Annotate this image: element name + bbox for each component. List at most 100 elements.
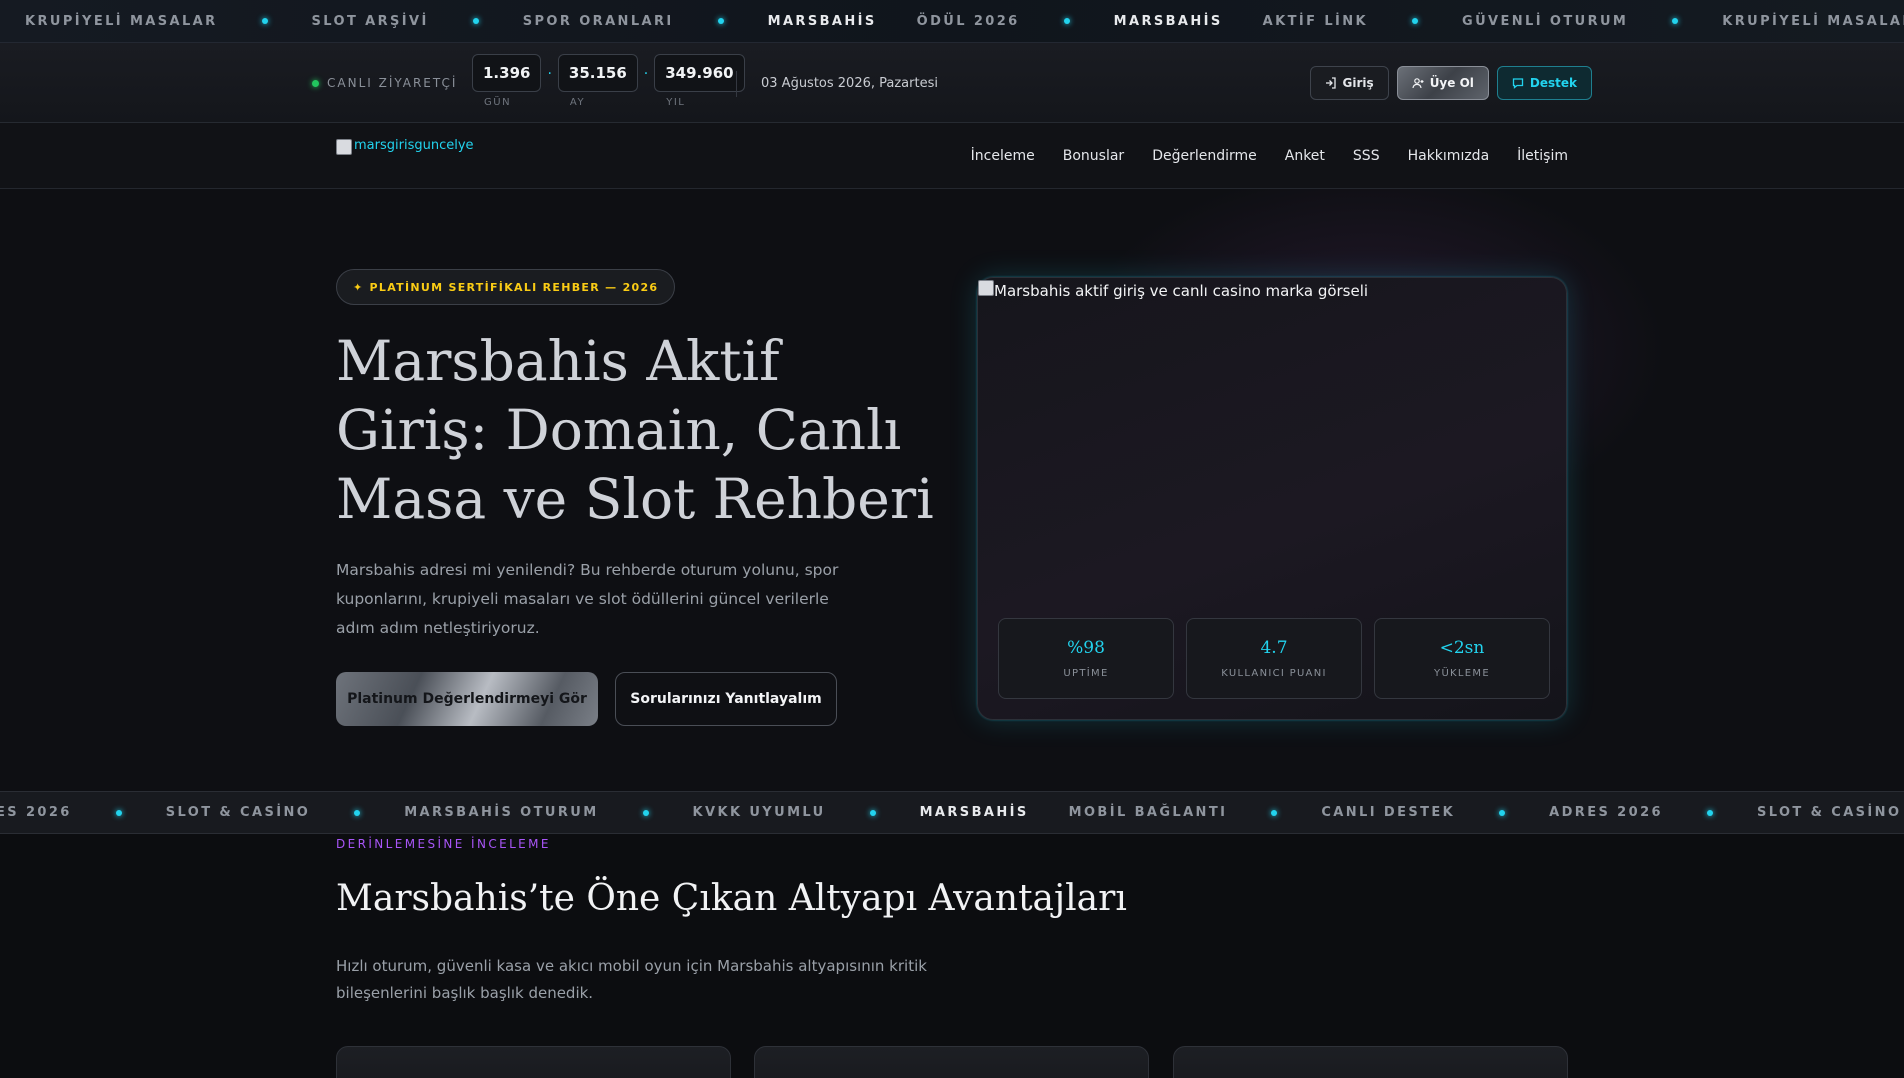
ticker-item: SPOR ORANLARI (522, 13, 674, 29)
nav-link-hakkimizda[interactable]: Hakkımızda (1408, 148, 1490, 164)
main-navbar: marsgirisguncelye İnceleme Bonuslar Değe… (0, 123, 1904, 189)
hero-image-card: Marsbahis aktif giriş ve canlı casino ma… (977, 277, 1567, 720)
counter-day: 1.396 GÜN (472, 54, 542, 108)
current-date: 03 Ağustos 2026, Pazartesi (761, 75, 938, 91)
ticker-item: KRUPİYELİ MASALAR (1722, 13, 1904, 29)
counter-separator: · (547, 66, 552, 82)
status-bar: CANLI ZİYARETÇİ 1.396 GÜN · 35.156 AY · … (0, 43, 1904, 123)
ticker-item: MOBİL BAĞLANTI (1068, 805, 1228, 820)
nav-links: İnceleme Bonuslar Değerlendirme Anket SS… (971, 123, 1568, 189)
bottom-ticker-track: ES 2026 SLOT & CASİNO MARSBAHİS OTURUM KVKK… (0, 792, 1904, 833)
counter-year: 349.960 YIL (654, 54, 745, 108)
stat-load-time-label: YÜKLEME (1434, 668, 1490, 679)
hero-stats: %98 UPTİME 4.7 KULLANICI PUANI <2sn YÜKL… (998, 618, 1550, 699)
counter-separator: · (643, 66, 649, 82)
hero-section: ✦ PLATİNUM SERTİFİKALI REHBER — 2026 Mar… (0, 189, 1904, 791)
stat-uptime: %98 UPTİME (998, 618, 1174, 699)
top-ticker: KRUPİYELİ MASALAR SLOT ARŞİVİ SPOR ORANLAR… (0, 0, 1904, 43)
ticker-item: CANLI DESTEK (1321, 805, 1456, 820)
user-plus-icon (1412, 78, 1424, 89)
ticker-item: MARSBAHİS (1113, 13, 1223, 29)
nav-link-iletisim[interactable]: İletişim (1517, 148, 1568, 164)
ticker-dot-icon (869, 809, 876, 816)
counter-month: 35.156 AY (557, 54, 638, 108)
support-button[interactable]: Destek (1496, 66, 1592, 100)
feature-card (1173, 1046, 1568, 1078)
ticker-item: ADRES 2026 (1549, 805, 1663, 820)
support-label: Destek (1529, 76, 1577, 90)
section-eyebrow: DERİNLEMESİNE İNCELEME (336, 837, 551, 851)
login-label: Giriş (1342, 76, 1374, 90)
counter-year-value: 349.960 (654, 54, 745, 92)
faq-button[interactable]: Sorularınızı Yanıtlayalım (615, 672, 837, 726)
section-description: Hızlı oturum, güvenli kasa ve akıcı mobi… (336, 957, 927, 1002)
sparkle-icon: ✦ (353, 280, 364, 294)
live-indicator-dot (312, 79, 319, 87)
top-ticker-track: KRUPİYELİ MASALAR SLOT ARŞİVİ SPOR ORANLAR… (25, 0, 1904, 42)
certified-badge-label: PLATİNUM SERTİFİKALI REHBER — 2026 (369, 280, 659, 294)
counter-year-label: YIL (666, 97, 686, 108)
signup-button[interactable]: Üye Ol (1396, 66, 1489, 100)
nav-link-degerlendirme[interactable]: Değerlendirme (1152, 148, 1257, 164)
ticker-dot-icon (472, 18, 479, 24)
stat-user-rating: 4.7 KULLANICI PUANI (1186, 618, 1362, 699)
ticker-item: ÖDÜL 2026 (916, 13, 1020, 29)
stat-load-time: <2sn YÜKLEME (1374, 618, 1550, 699)
login-button[interactable]: Giriş (1309, 66, 1389, 100)
stat-user-rating-label: KULLANICI PUANI (1221, 668, 1327, 679)
chat-icon (1512, 78, 1524, 89)
ticker-item: KRUPİYELİ MASALAR (25, 13, 218, 29)
ticker-item: SLOT & CASİNO (1756, 805, 1902, 820)
visitor-counters: 1.396 GÜN · 35.156 AY · 349.960 YIL (472, 54, 745, 108)
ticker-item: KVKK UYUMLU (692, 805, 826, 820)
ticker-dot-icon (1412, 18, 1418, 24)
hero-title: Marsbahis Aktif Giriş: Domain, Canlı Mas… (336, 329, 934, 531)
site-logo[interactable]: marsgirisguncelye (336, 139, 474, 155)
stat-user-rating-value: 4.7 (1260, 638, 1288, 658)
platinum-review-button[interactable]: Platinum Değerlendirmeyi Gör (336, 672, 598, 726)
ticker-item: SLOT & CASİNO (165, 805, 311, 820)
stat-uptime-label: UPTİME (1063, 668, 1109, 679)
ticker-item: ES 2026 (0, 805, 72, 820)
login-icon (1325, 77, 1336, 89)
section-title: Marsbahis’te Öne Çıkan Altyapı Avantajla… (336, 878, 1127, 919)
counter-month-label: AY (569, 97, 586, 108)
logo-alt-text: marsgirisguncelye (354, 138, 474, 153)
hero-description: Marsbahis adresi mi yenilendi? Bu rehber… (336, 561, 839, 637)
counter-day-label: GÜN (484, 97, 512, 108)
bottom-ticker: ES 2026 SLOT & CASİNO MARSBAHİS OTURUM KVKK… (0, 791, 1904, 834)
broken-image-icon (978, 280, 994, 296)
ticker-dot-icon (1063, 18, 1070, 24)
ticker-dot-icon (1672, 18, 1679, 24)
ticker-dot-icon (354, 809, 361, 816)
ticker-item: MARSBAHİS (767, 13, 877, 29)
ticker-dot-icon (642, 809, 649, 816)
ticker-item: AKTİF LİNK (1262, 13, 1368, 29)
features-section: DERİNLEMESİNE İNCELEME Marsbahis’te Öne … (0, 834, 1904, 1078)
ticker-item: SLOT ARŞİVİ (311, 13, 429, 29)
live-visitors: CANLI ZİYARETÇİ (312, 43, 457, 123)
stat-load-time-value: <2sn (1439, 638, 1485, 658)
signup-label: Üye Ol (1429, 76, 1474, 90)
hero-image-alt-text: Marsbahis aktif giriş ve canlı casino ma… (994, 282, 1369, 300)
ticker-item: GÜVENLİ OTURUM (1462, 13, 1629, 29)
nav-link-anket[interactable]: Anket (1285, 148, 1325, 164)
ticker-item: MARSBAHİS OTURUM (404, 805, 599, 820)
feature-card (754, 1046, 1149, 1078)
status-divider (736, 71, 737, 97)
nav-link-inceleme[interactable]: İnceleme (971, 148, 1035, 164)
live-visitors-label: CANLI ZİYARETÇİ (327, 76, 458, 90)
nav-link-bonuslar[interactable]: Bonuslar (1063, 148, 1124, 164)
counter-month-value: 35.156 (557, 54, 638, 92)
ticker-dot-icon (115, 809, 122, 816)
stat-uptime-value: %98 (1067, 638, 1105, 658)
nav-link-sss[interactable]: SSS (1353, 148, 1380, 164)
account-actions: Giriş Üye Ol Destek (1309, 66, 1592, 100)
ticker-dot-icon (261, 18, 268, 24)
counter-day-value: 1.396 (472, 54, 542, 92)
certified-badge: ✦ PLATİNUM SERTİFİKALI REHBER — 2026 (336, 269, 676, 305)
ticker-dot-icon (1706, 809, 1713, 816)
ticker-dot-icon (1499, 809, 1506, 816)
ticker-item: MARSBAHİS (919, 805, 1029, 820)
broken-image-icon (336, 139, 352, 155)
